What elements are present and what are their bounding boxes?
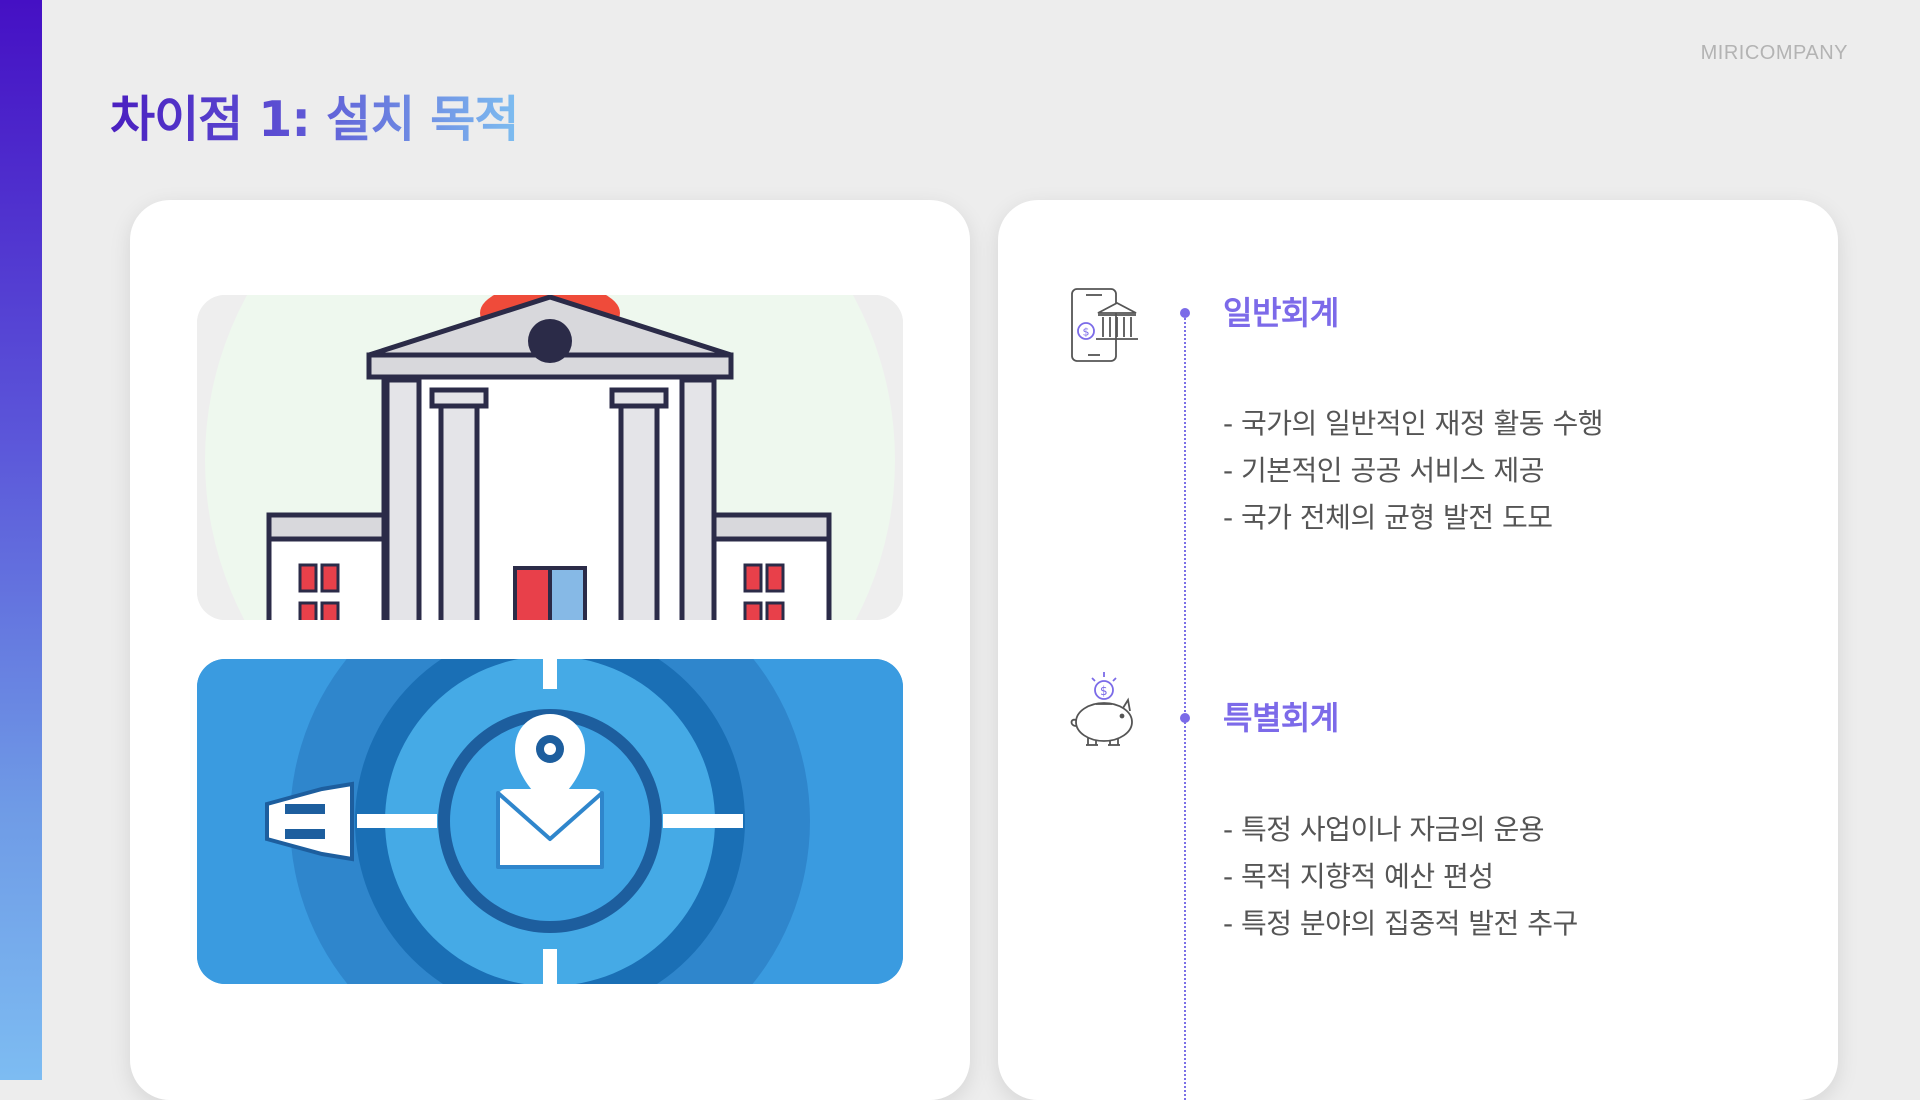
bullet-item: - 국가의 일반적인 재정 활동 수행 bbox=[1223, 407, 1604, 440]
section-title-general: 일반회계 bbox=[1223, 294, 1339, 332]
timeline-dot bbox=[1180, 713, 1190, 723]
content-card: $ 일반회계 - 국가의 일반적인 재정 활동 수행 - 기본적인 공공 서비스… bbox=[998, 200, 1838, 1100]
accent-bar bbox=[0, 0, 42, 1080]
brand-label: MIRICOMPANY bbox=[1700, 42, 1848, 64]
timeline-dot bbox=[1180, 308, 1190, 318]
svg-text:$: $ bbox=[1083, 326, 1090, 339]
page-title: 차이점 1: 설치 목적 bbox=[110, 80, 519, 151]
bullet-item: - 국가 전체의 균형 발전 도모 bbox=[1223, 501, 1553, 534]
piggy-bank-icon: $ bbox=[1068, 668, 1144, 748]
target-location-illustration bbox=[197, 659, 903, 984]
bullet-item: - 특정 사업이나 자금의 운용 bbox=[1223, 813, 1545, 846]
timeline-line bbox=[1184, 310, 1186, 1100]
svg-text:$: $ bbox=[1100, 684, 1108, 698]
bullet-item: - 기본적인 공공 서비스 제공 bbox=[1223, 454, 1545, 487]
general-bullet-list: - 국가의 일반적인 재정 활동 수행 - 기본적인 공공 서비스 제공 - 국… bbox=[1223, 400, 1604, 541]
section-title-special: 특별회계 bbox=[1223, 699, 1339, 737]
government-building-illustration bbox=[197, 295, 903, 620]
bullet-item: - 특정 분야의 집중적 발전 추구 bbox=[1223, 907, 1578, 940]
special-bullet-list: - 특정 사업이나 자금의 운용 - 목적 지향적 예산 편성 - 특정 분야의… bbox=[1223, 806, 1578, 947]
image-card bbox=[130, 200, 970, 1100]
bullet-item: - 목적 지향적 예산 편성 bbox=[1223, 860, 1494, 893]
mobile-bank-icon: $ bbox=[1068, 285, 1144, 365]
